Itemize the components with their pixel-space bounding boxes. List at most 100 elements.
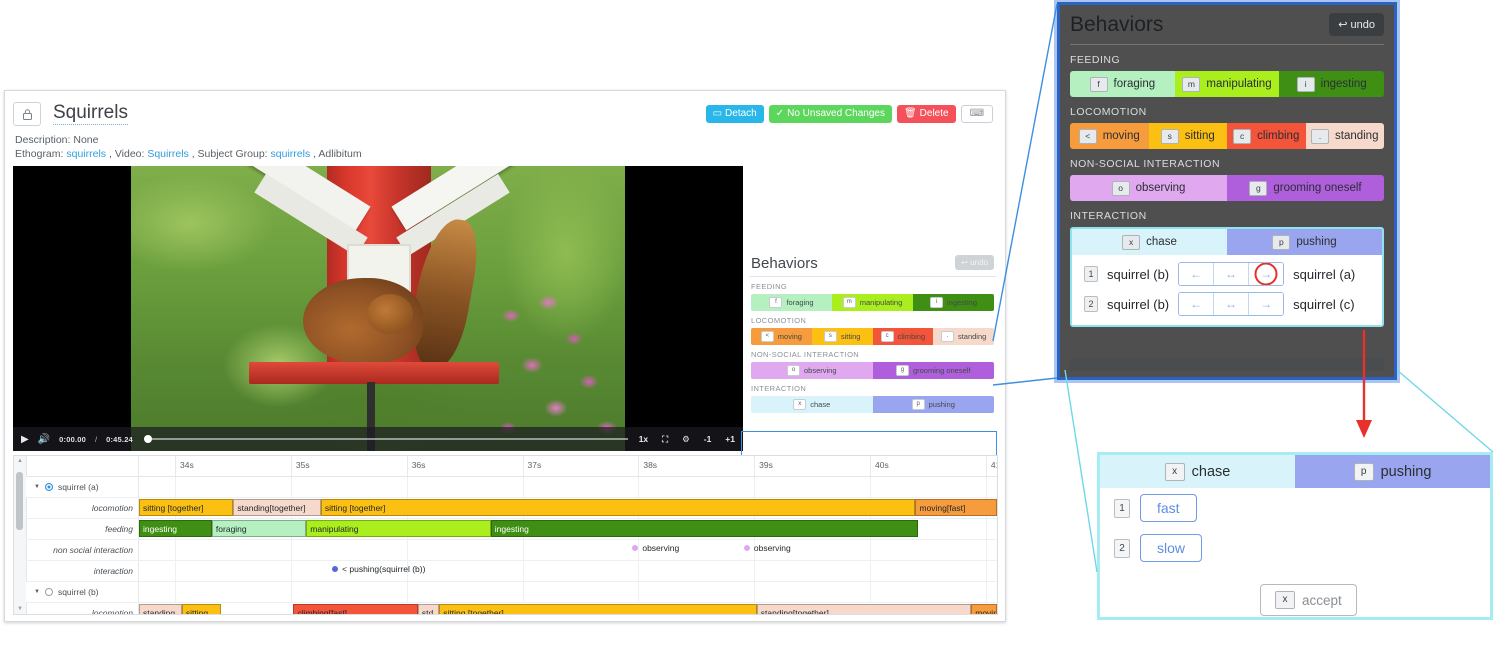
behavior-grooming-oneself[interactable]: g grooming oneself [1227,175,1384,201]
undo-button[interactable]: ↩ undo [955,255,994,270]
delete-button[interactable]: 🗑 Delete [896,105,956,123]
timeline-row[interactable]: feeding ingesting foraging manipulating … [26,519,997,540]
scroll-down-icon[interactable]: ▼ [17,606,23,612]
behavior-moving[interactable]: < moving [1070,123,1149,149]
subject-row-track [139,582,997,602]
behavior-grooming-oneself[interactable]: g grooming oneself [872,362,994,379]
timeline-point-event[interactable]: observing [632,543,679,553]
check-icon: ✓ [775,108,785,119]
timeline-event[interactable]: moving[fa [971,604,997,614]
timeline-event[interactable]: sitting [together] [139,499,234,516]
timeline-event[interactable]: foraging [211,520,307,537]
behavior-manipulating[interactable]: m manipulating [1174,71,1280,97]
modifier-number: 2 [1114,538,1130,558]
subject-radio[interactable] [44,588,53,596]
behavior-climbing[interactable]: c climbing [1227,123,1306,149]
behavior-sitting[interactable]: s sitting [811,328,873,345]
behavior-foraging[interactable]: f foraging [1070,71,1175,97]
timeline-point-event[interactable]: < pushing(squirrel (b)) [332,564,425,574]
direction-left-icon[interactable]: ← [1179,293,1215,315]
seek-handle[interactable] [143,435,152,443]
scrollbar-thumb[interactable] [16,472,23,530]
timeline-event[interactable]: standing [139,604,182,614]
fullscreen-icon[interactable]: ⛶ [662,434,668,445]
scroll-up-icon[interactable]: ▲ [17,458,23,464]
gear-icon[interactable]: ⚙ [682,434,690,445]
behavior-moving[interactable]: < moving [751,328,812,345]
direction-right-icon[interactable]: → [1249,293,1284,315]
subject-group-link[interactable]: squirrels [271,148,311,160]
volume-icon[interactable]: 🔊 [38,434,50,445]
seek-bar[interactable] [143,435,628,443]
direction-both-icon[interactable]: ↔ [1214,293,1250,315]
timeline-event[interactable]: sitting [181,604,221,614]
behavior-chase[interactable]: x chase [751,396,873,413]
lock-icon[interactable] [13,102,41,126]
timeline-point-event[interactable]: observing [743,543,791,553]
timeline-event[interactable]: moving[fast] [915,499,997,516]
tab-chase[interactable]: x chase [1100,455,1295,488]
behavior-sitting[interactable]: s sitting [1148,123,1227,149]
row-track[interactable]: ingesting foraging manipulating ingestin… [139,519,997,539]
step-back-button[interactable]: -1 [704,434,712,444]
timeline-subject-row[interactable]: ▼ squirrel (a) [26,477,997,498]
keyboard-shortcuts-button[interactable]: ⌨ [960,105,993,123]
playback-speed[interactable]: 1x [639,434,648,444]
detach-button[interactable]: ▭ Detach [705,105,764,123]
behavior-ingesting[interactable]: i ingesting [913,294,994,311]
row-track[interactable]: observing observing [139,540,997,560]
timeline-row[interactable]: non social interaction observing observi… [26,540,997,561]
behavior-pushing[interactable]: p pushing [872,396,994,413]
behavior-climbing[interactable]: c climbing [872,328,934,345]
ethogram-link[interactable]: squirrels [66,148,106,160]
tab-pushing[interactable]: p pushing [1227,229,1382,255]
behavior-ingesting[interactable]: i ingesting [1279,71,1384,97]
chevron-down-icon[interactable]: ▼ [34,589,40,595]
timeline-event[interactable]: sitting [together] [320,499,916,516]
undo-button[interactable]: ↩ undo [1329,13,1384,36]
modifier-fast-button[interactable]: fast [1140,494,1197,522]
step-forward-button[interactable]: +1 [725,434,735,444]
tab-chase[interactable]: x chase [1072,229,1227,255]
timeline-event[interactable]: manipulating [306,520,491,537]
tick-label: 34s [180,460,194,470]
accept-button[interactable]: x accept [1260,584,1357,616]
timeline-event[interactable]: ingesting [490,520,919,537]
behavior-standing[interactable]: . standing [1305,123,1384,149]
timeline-subject-row[interactable]: ▼ squirrel (b) [26,582,997,603]
timeline-row[interactable]: interaction < pushing(squirrel (b)) [26,561,997,582]
modifier-slow-button[interactable]: slow [1140,534,1203,562]
behavior-label: manipulating [859,298,903,307]
behavior-foraging[interactable]: f foraging [751,294,832,311]
timeline-row[interactable]: locomotion sitting [together] standing[t… [26,498,997,519]
direction-right-icon[interactable]: → [1249,263,1284,285]
subject-radio-selected[interactable] [44,483,53,491]
direction-both-icon[interactable]: ↔ [1214,263,1250,285]
behaviors-title: Behaviors [751,255,818,272]
video-link[interactable]: Squirrels [147,148,188,160]
behavior-observing[interactable]: o observing [1070,175,1227,201]
timeline-event[interactable]: sitting [together] [439,604,757,614]
events-timeline[interactable]: ▲ ▼ 34s 35s 36s 37s 38s 39s 40s 41 [13,455,998,615]
key-badge: g [895,365,909,376]
timeline-event[interactable]: climbing[fast] [293,604,418,614]
video-player[interactable]: ▶ 🔊 0:00.00 / 0:45.24 1x ⛶ ⚙ -1 +1 [13,166,743,451]
timeline-event[interactable]: standing[together] [233,499,321,516]
category-label-interaction: INTERACTION [1070,210,1147,222]
save-status-button[interactable]: ✓ No Unsaved Changes [768,105,892,123]
row-track[interactable]: sitting [together] standing[together] si… [139,498,997,518]
behavior-standing[interactable]: . standing [933,328,994,345]
timeline-event[interactable]: ingesting [139,520,212,537]
chevron-down-icon[interactable]: ▼ [34,484,40,490]
timeline-event[interactable]: standing[together] [756,604,972,614]
play-icon[interactable]: ▶ [21,434,29,445]
timeline-event[interactable]: std [417,604,440,614]
tab-pushing[interactable]: p pushing [1295,455,1490,488]
row-track[interactable]: standing sitting climbing[fast] std sitt… [139,603,997,614]
behavior-observing[interactable]: o observing [751,362,873,379]
direction-left-icon[interactable]: ← [1179,263,1215,285]
timeline-row[interactable]: locomotion standing sitting climbing[fas… [26,603,997,614]
key-badge: c [880,331,894,342]
behavior-manipulating[interactable]: m manipulating [832,294,913,311]
row-track[interactable]: < pushing(squirrel (b)) [139,561,997,581]
